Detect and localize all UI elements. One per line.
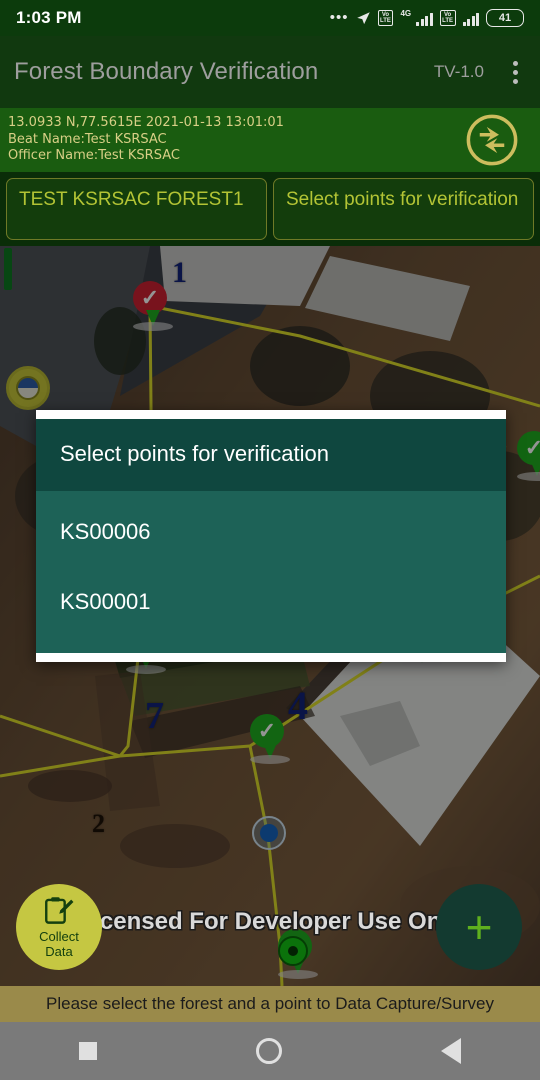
more-dots-icon: ••• [329,9,349,26]
status-icons-group: ••• Vo LTE 4G Vo LTE 41 [330,9,524,27]
system-status-bar: 1:03 PM ••• Vo LTE 4G Vo LTE 41 [0,0,540,36]
android-home-button[interactable] [255,1038,282,1064]
network-type-label: 4G [400,9,412,18]
add-point-button[interactable]: + [436,884,522,970]
kebab-menu-icon[interactable] [504,60,526,84]
collect-data-label-1: Collect [39,929,79,944]
collect-data-label-2: Data [45,944,73,959]
collect-data-button[interactable]: Collect Data [16,884,102,970]
page-title: Forest Boundary Verification [14,58,319,85]
android-recents-button[interactable] [79,1042,98,1060]
android-navigation-bar [0,1022,540,1080]
app-root: 1:03 PM ••• Vo LTE 4G Vo LTE 41 Forest Bou… [0,0,540,1080]
select-points-dialog: Select points for verification KS00006 K… [36,410,506,662]
hint-message: Please select the forest and a point to … [46,994,494,1013]
android-back-button[interactable] [440,1038,461,1064]
app-bar: Forest Boundary Verification TV-1.0 [0,36,540,108]
location-arrow-icon [356,11,370,24]
signal-bars-icon [416,11,433,26]
dialog-options-list: KS00006 KS00001 [36,491,506,653]
refresh-sync-icon[interactable] [464,112,520,168]
volte-icon: Vo LTE [377,9,394,27]
status-hint-bar: Please select the forest and a point to … [0,986,540,1022]
dialog-option-ks00006[interactable]: KS00006 [36,497,506,567]
status-clock: 1:03 PM [16,8,82,27]
forest-selector-button[interactable]: TEST KSRSAC FOREST1 [6,178,267,240]
dialog-option-ks00001[interactable]: KS00001 [36,567,506,637]
info-text-group: 13.0933 N,77.5615E 2021-01-13 13:01:01 B… [8,115,464,165]
coordinates-line: 13.0933 N,77.5615E 2021-01-13 13:01:01 [8,115,284,131]
plus-icon: + [465,901,493,953]
app-version-label: TV-1.0 [433,62,484,81]
selector-row: TEST KSRSAC FOREST1 Select points for ve… [0,172,540,246]
battery-icon: 41 [486,9,524,27]
clipboard-pencil-icon [45,897,74,924]
dialog-title: Select points for verification [36,419,506,491]
points-selector-button[interactable]: Select points for verification [273,178,534,240]
signal-bars-icon-2 [462,11,479,26]
officer-name-line: Officer Name:Test KSRSAC [8,148,180,164]
beat-name-line: Beat Name:Test KSRSAC [8,131,167,147]
info-strip: 13.0933 N,77.5615E 2021-01-13 13:01:01 B… [0,108,540,172]
volte-icon-2: Vo LTE [439,9,456,27]
